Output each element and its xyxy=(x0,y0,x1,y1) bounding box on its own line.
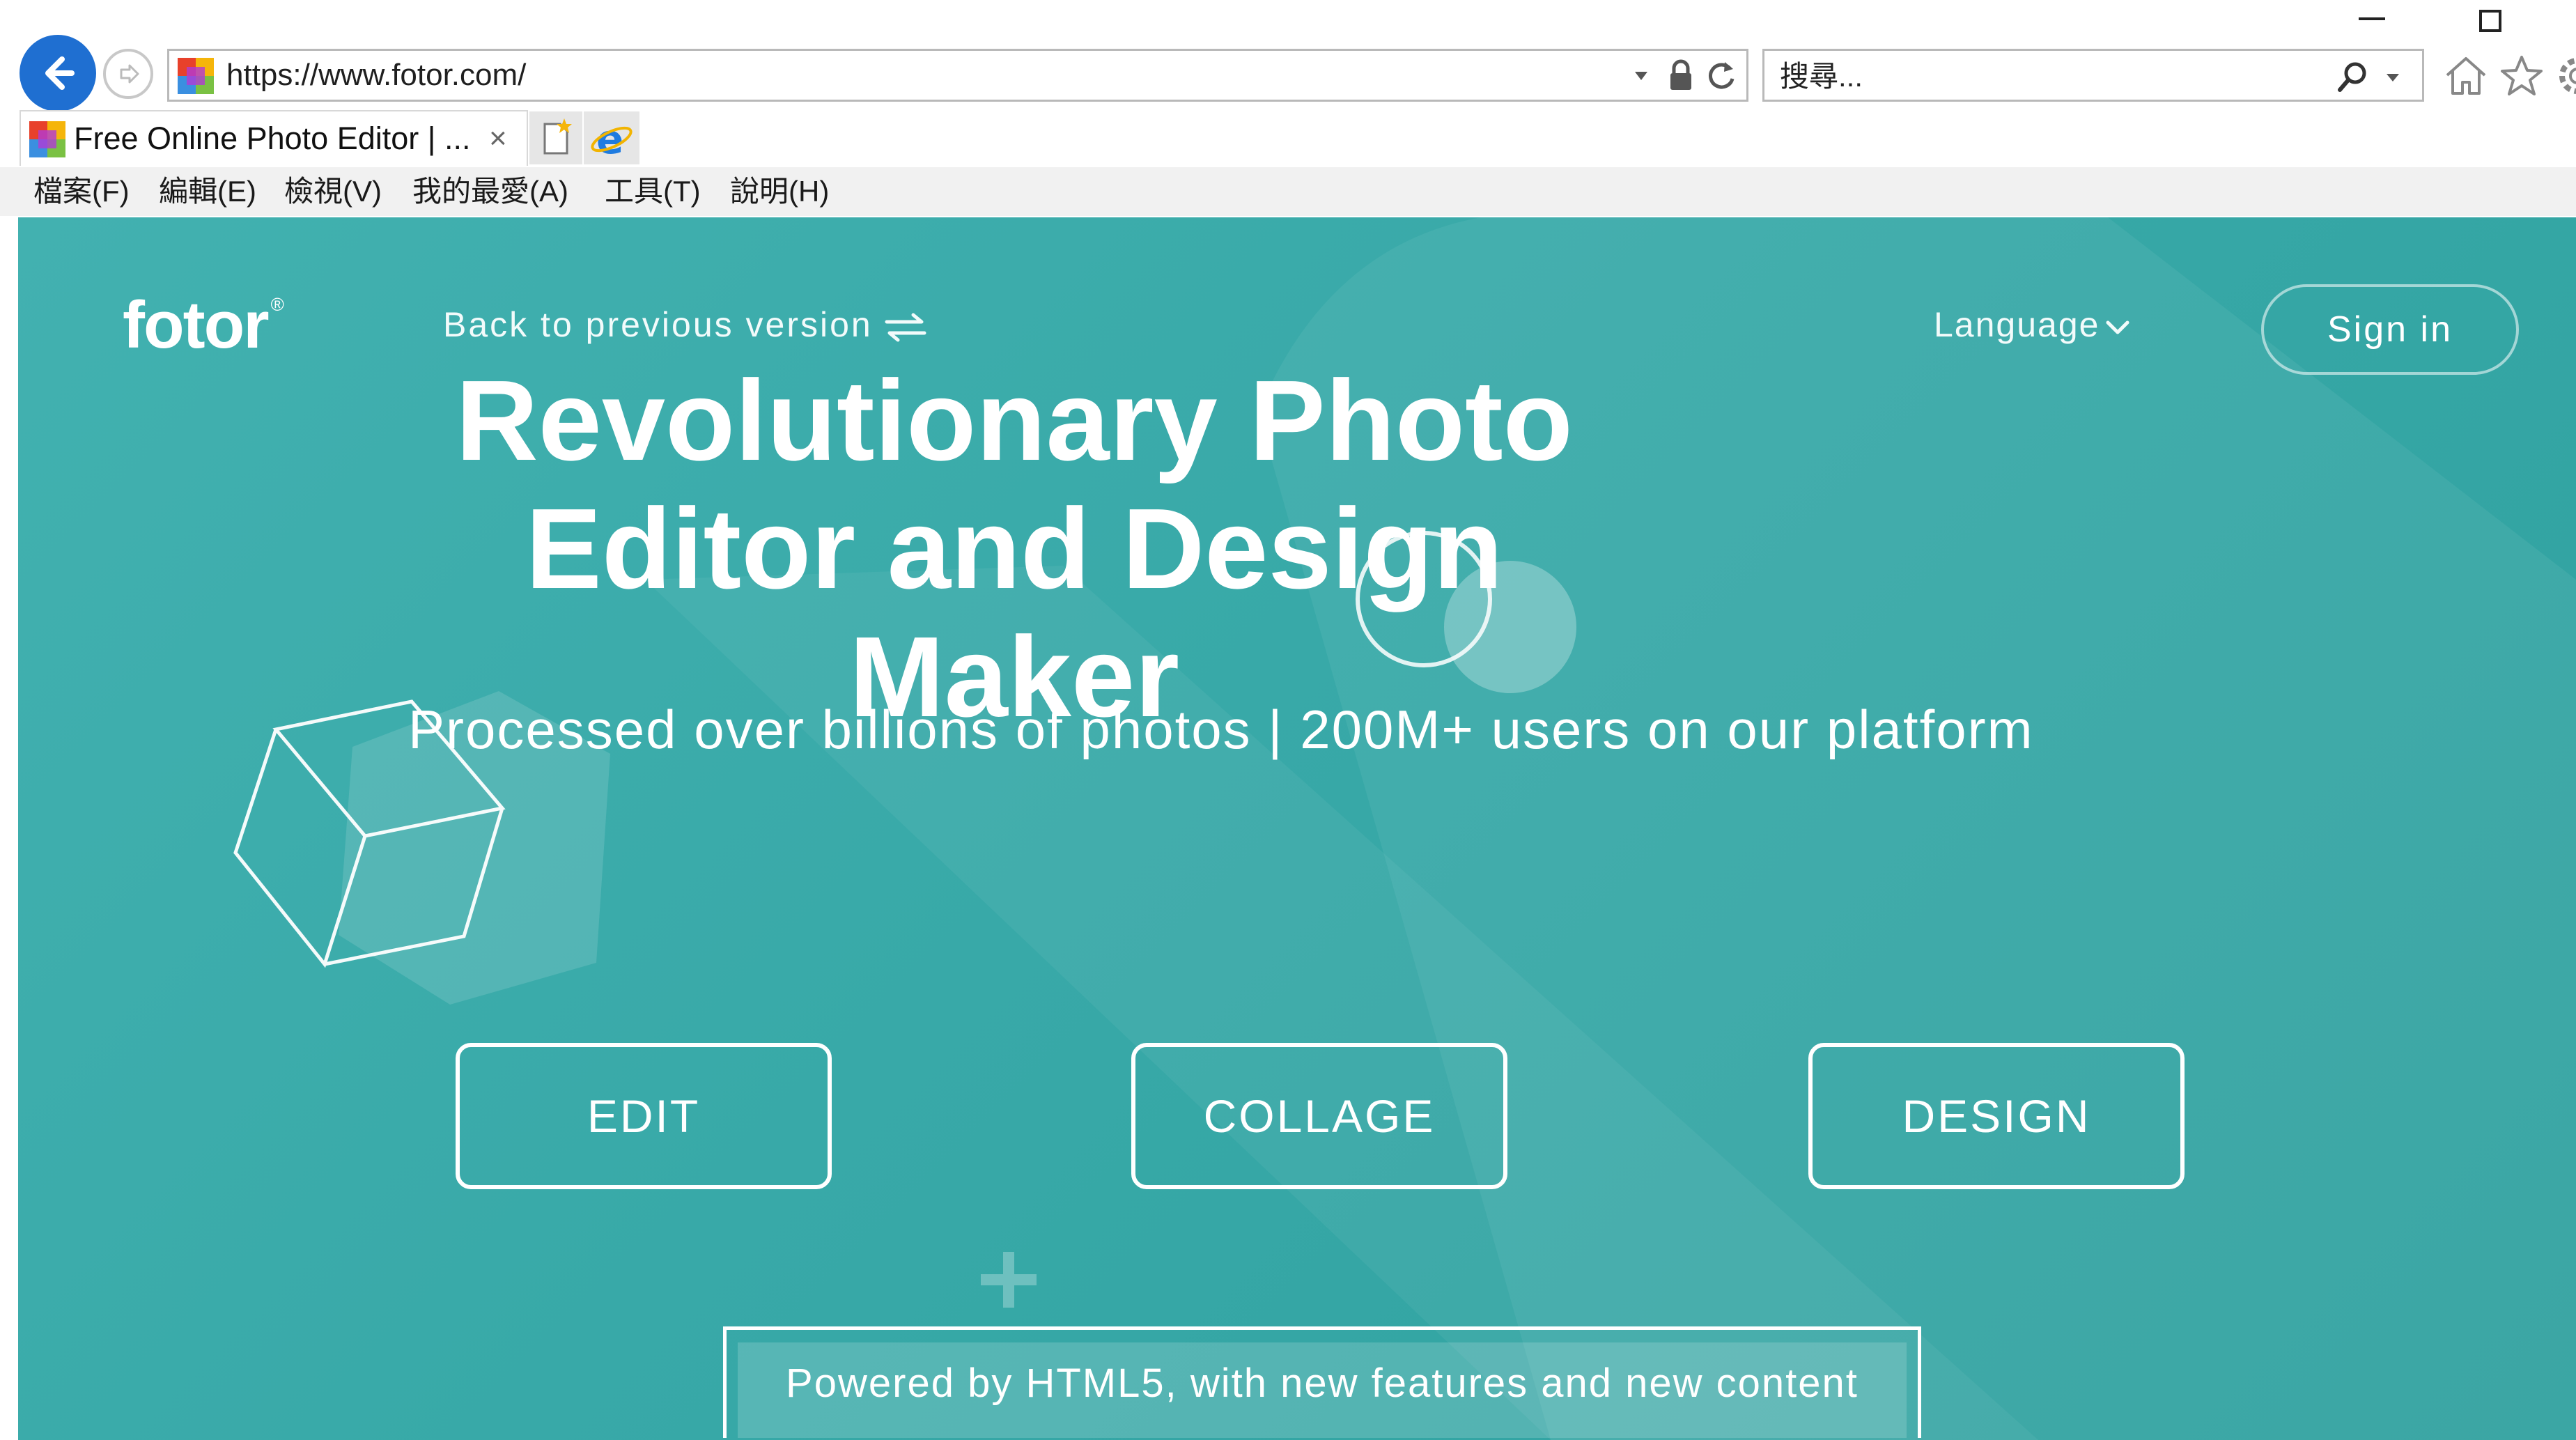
language-label: Language xyxy=(1934,305,2100,344)
menu-bar: 檔案(F) 編輯(E) 檢視(V) 我的最愛(A) 工具(T) 說明(H) xyxy=(0,167,2576,216)
logo-text: fotor xyxy=(123,288,270,362)
maximize-button[interactable] xyxy=(2449,0,2532,42)
back-arrow-icon xyxy=(45,56,75,90)
address-bar[interactable]: https://www.fotor.com/ xyxy=(167,49,1748,102)
minimize-button[interactable] xyxy=(2330,0,2414,42)
edit-button[interactable]: EDIT xyxy=(456,1043,832,1189)
menu-file[interactable]: 檔案(F) xyxy=(33,167,130,216)
registered-mark: ® xyxy=(270,294,284,315)
search-input[interactable] xyxy=(1778,56,2325,97)
tab-fotor[interactable]: Free Online Photo Editor | ... × xyxy=(20,110,528,166)
tab-title: Free Online Photo Editor | ... xyxy=(74,121,471,156)
home-icon[interactable] xyxy=(2442,52,2490,100)
ie-logo-icon: e xyxy=(591,116,633,163)
hero-subtitle: Processed over billions of photos | 200M… xyxy=(408,699,2034,760)
search-box[interactable] xyxy=(1762,49,2424,102)
decor-plus-icon xyxy=(981,1252,1037,1308)
svg-text:e: e xyxy=(596,116,623,163)
forward-arrow-icon xyxy=(120,64,139,84)
back-to-previous-label: Back to previous version xyxy=(443,305,873,344)
search-icon[interactable] xyxy=(2336,59,2371,94)
new-tab-icon xyxy=(543,118,572,155)
menu-tools[interactable]: 工具(T) xyxy=(605,167,701,216)
search-dropdown-icon[interactable] xyxy=(2383,68,2403,87)
back-button[interactable] xyxy=(20,35,96,111)
menu-view[interactable]: 檢視(V) xyxy=(284,167,382,216)
chevron-down-icon xyxy=(2106,320,2129,334)
lock-icon[interactable] xyxy=(1667,59,1695,91)
menu-edit[interactable]: 編輯(E) xyxy=(159,167,256,216)
address-dropdown-icon[interactable] xyxy=(1631,65,1652,86)
sign-in-button[interactable]: Sign in xyxy=(2261,284,2519,375)
ie-quick-tab-button[interactable]: e xyxy=(584,111,639,164)
hero-title: Revolutionary Photo Editor and Design Ma… xyxy=(456,357,1573,741)
url-text[interactable]: https://www.fotor.com/ xyxy=(226,51,526,100)
gear-icon[interactable] xyxy=(2553,52,2576,100)
forward-button[interactable] xyxy=(103,49,153,99)
fotor-favicon-icon xyxy=(178,58,214,94)
swap-arrows-icon xyxy=(885,313,926,342)
refresh-icon[interactable] xyxy=(1705,59,1737,91)
new-tab-button[interactable] xyxy=(529,111,582,164)
collage-button[interactable]: COLLAGE xyxy=(1131,1043,1507,1189)
browser-chrome: https://www.fotor.com/ 搜尋... Free Online… xyxy=(0,0,2576,217)
language-dropdown[interactable]: Language xyxy=(1934,304,2130,345)
tab-favicon-icon xyxy=(29,121,65,157)
tab-close-button[interactable]: × xyxy=(489,111,507,166)
menu-favorites[interactable]: 我的最愛(A) xyxy=(412,167,568,216)
html5-banner[interactable]: Powered by HTML5, with new features and … xyxy=(723,1326,1921,1438)
back-to-previous-link[interactable]: Back to previous version xyxy=(443,304,927,345)
design-button[interactable]: DESIGN xyxy=(1808,1043,2185,1189)
fotor-landing-page: fotor ® Back to previous version Language… xyxy=(18,217,2576,1440)
fotor-logo[interactable]: fotor ® xyxy=(123,287,284,364)
html5-banner-text: Powered by HTML5, with new features and … xyxy=(738,1342,1907,1438)
menu-help[interactable]: 說明(H) xyxy=(730,167,829,216)
star-icon[interactable] xyxy=(2497,52,2546,100)
